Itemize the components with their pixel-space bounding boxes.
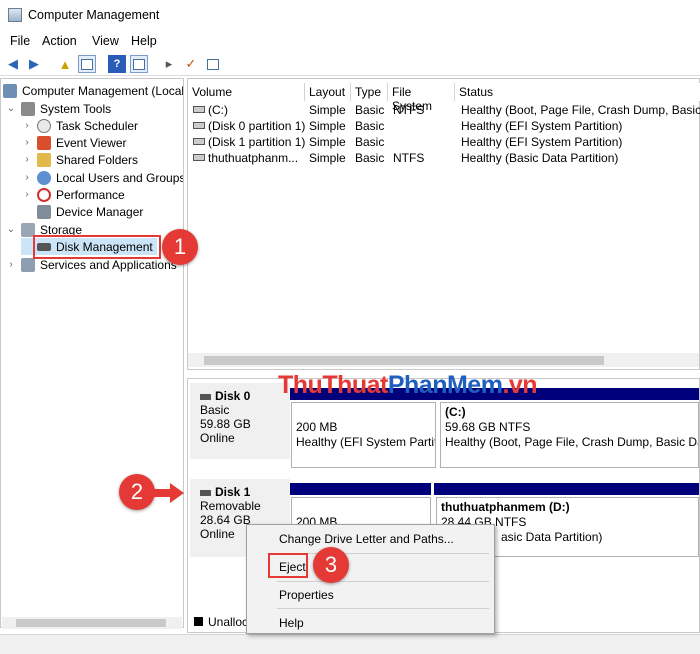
tree-item-device-manager[interactable]: Device Manager xyxy=(21,203,143,220)
menu-file[interactable]: File xyxy=(10,34,30,48)
disk-icon xyxy=(200,489,211,496)
title-bar: Computer Management xyxy=(0,0,700,30)
step-badge-1: 1 xyxy=(162,229,198,265)
users-icon xyxy=(37,170,51,185)
chevron-right-icon[interactable]: › xyxy=(5,259,17,270)
volume-list: Volume Layout Type File System Status (C… xyxy=(187,78,700,370)
disk-icon xyxy=(200,393,211,400)
tree-item-system-tools[interactable]: ⌄ System Tools xyxy=(5,100,111,117)
menu-bar: File Action View Help xyxy=(0,31,700,51)
console-icon[interactable] xyxy=(204,55,222,73)
window-title: Computer Management xyxy=(28,8,160,22)
help-icon[interactable]: ? xyxy=(108,55,126,73)
chevron-down-icon[interactable]: ⌄ xyxy=(5,224,17,235)
highlight-eject xyxy=(268,553,308,578)
chevron-right-icon[interactable]: › xyxy=(21,137,33,148)
services-icon xyxy=(21,257,35,272)
column-header-filesystem[interactable]: File System xyxy=(388,83,455,113)
column-header-volume[interactable]: Volume xyxy=(188,83,305,101)
tree-item-computer-management[interactable]: Computer Management (Local xyxy=(3,82,183,99)
tree-item-event-viewer[interactable]: › Event Viewer xyxy=(21,134,126,151)
menu-item-help[interactable]: Help xyxy=(279,616,304,630)
scrollbar-thumb[interactable] xyxy=(204,356,604,365)
tree-item-shared-folders[interactable]: › Shared Folders xyxy=(21,151,138,168)
up-folder-icon[interactable]: ▲ xyxy=(56,55,74,73)
menu-separator xyxy=(277,553,489,554)
chevron-right-icon[interactable]: › xyxy=(21,154,33,165)
checklist-icon[interactable]: ✓ xyxy=(182,55,200,73)
highlight-disk-management xyxy=(33,235,161,259)
back-arrow-icon[interactable]: ◀ xyxy=(4,55,22,73)
volume-icon xyxy=(193,154,205,161)
step-badge-3: 3 xyxy=(313,547,349,583)
menu-separator xyxy=(277,608,489,609)
app-icon xyxy=(8,8,22,22)
volume-icon xyxy=(193,122,205,129)
context-menu: Change Drive Letter and Paths... Eject P… xyxy=(246,524,495,634)
menu-action[interactable]: Action xyxy=(42,34,77,48)
clock-icon xyxy=(37,118,51,133)
disk-0-partition-efi[interactable]: 200 MB Healthy (EFI System Partiti xyxy=(291,402,436,468)
disk-0-partition-c[interactable]: (C:) 59.68 GB NTFS Healthy (Boot, Page F… xyxy=(440,402,699,468)
chevron-right-icon[interactable]: › xyxy=(21,172,33,183)
disk-0-label[interactable]: Disk 0 Basic 59.88 GB Online xyxy=(190,383,290,459)
tree-horizontal-scrollbar[interactable] xyxy=(2,617,182,629)
tree-item-task-scheduler[interactable]: › Task Scheduler xyxy=(21,117,138,134)
status-bar xyxy=(0,634,700,654)
connect-icon[interactable]: ▸ xyxy=(160,55,178,73)
unallocated-swatch xyxy=(194,617,203,626)
show-hide-tree-icon[interactable] xyxy=(78,55,96,73)
toolbar: ◀ ▶ ▲ ? ▸ ✓ xyxy=(0,52,700,76)
shared-folder-icon xyxy=(37,152,51,167)
menu-item-change-drive-letter[interactable]: Change Drive Letter and Paths... xyxy=(279,532,454,546)
column-header-layout[interactable]: Layout xyxy=(305,83,351,101)
menu-item-properties[interactable]: Properties xyxy=(279,588,334,602)
volume-horizontal-scrollbar[interactable] xyxy=(188,353,699,367)
tree-item-local-users-groups[interactable]: › Local Users and Groups xyxy=(21,169,183,186)
volume-icon xyxy=(193,138,205,145)
step-2-arrow-icon xyxy=(148,483,184,503)
performance-icon xyxy=(37,187,51,202)
disk-1-partition-bar-d xyxy=(434,483,699,495)
event-viewer-icon xyxy=(37,135,51,150)
properties-pane-icon[interactable] xyxy=(130,55,148,73)
navigation-tree: Computer Management (Local ⌄ System Tool… xyxy=(0,78,184,628)
device-manager-icon xyxy=(37,204,51,219)
forward-arrow-icon[interactable]: ▶ xyxy=(25,55,43,73)
menu-help[interactable]: Help xyxy=(131,34,157,48)
chevron-right-icon[interactable]: › xyxy=(21,189,33,200)
legend-unallocated-label: Unalloc xyxy=(208,615,249,629)
column-header-type[interactable]: Type xyxy=(351,83,388,101)
disk-1-partition-bar-efi xyxy=(290,483,431,495)
tree-item-performance[interactable]: › Performance xyxy=(21,186,125,203)
watermark: ThuThuatPhanMem.vn xyxy=(278,371,538,399)
menu-view[interactable]: View xyxy=(92,34,119,48)
column-header-status[interactable]: Status xyxy=(455,83,700,101)
tools-icon xyxy=(21,101,35,116)
menu-separator xyxy=(277,581,489,582)
chevron-down-icon[interactable]: ⌄ xyxy=(5,103,17,114)
volume-icon xyxy=(193,106,205,113)
chevron-right-icon[interactable]: › xyxy=(21,120,33,131)
computer-icon xyxy=(3,83,17,98)
scrollbar-thumb[interactable] xyxy=(16,619,166,627)
